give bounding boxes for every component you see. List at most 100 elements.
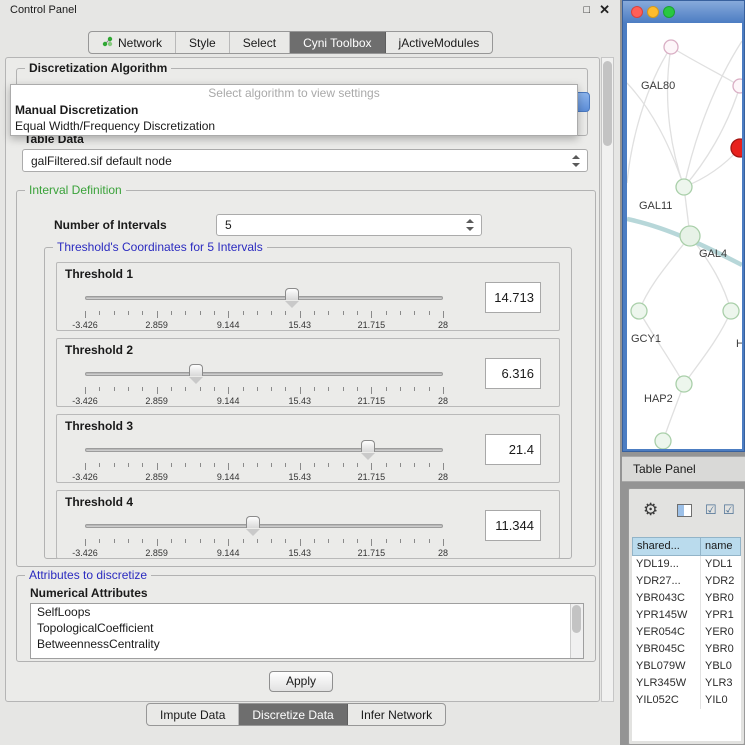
column-header-name[interactable]: name: [701, 537, 741, 556]
network-node[interactable]: [676, 179, 692, 195]
menu-item-manual-discretization[interactable]: Manual Discretization: [11, 102, 577, 118]
network-window-titlebar[interactable]: [623, 1, 744, 23]
tab-select[interactable]: Select: [230, 32, 290, 53]
threshold-3-panel: Threshold 3 -3.4262.8599.14415.4321.7152…: [56, 414, 560, 483]
node-label: GAL4: [699, 248, 727, 260]
table-row[interactable]: YDL19...YDL1: [632, 556, 741, 573]
columns-icon[interactable]: [677, 504, 692, 517]
slider-ticks: [85, 311, 443, 319]
table-row[interactable]: YLR345WYLR3: [632, 675, 741, 692]
network-edge: [684, 41, 742, 187]
tab-jactivemodules[interactable]: jActiveModules: [386, 32, 493, 53]
network-node[interactable]: [664, 40, 678, 54]
node-label: GAL11: [639, 200, 672, 212]
table-row[interactable]: YPR145WYPR1: [632, 607, 741, 624]
tab-impute-data[interactable]: Impute Data: [147, 704, 239, 725]
panel-title: Control Panel: [10, 4, 574, 16]
table-toolbar: ⚙ ☑ ☑: [629, 489, 744, 535]
algorithm-dropdown-popup: Select algorithm to view settings Manual…: [10, 84, 578, 136]
network-node[interactable]: [731, 139, 742, 157]
group-title-thresholds: Threshold's Coordinates for 5 Intervals: [53, 240, 267, 255]
slider-ticks: [85, 387, 443, 395]
select-none-checkbox-icon[interactable]: ☑: [723, 502, 735, 518]
scrollbar-thumb[interactable]: [603, 61, 612, 146]
scrollbar-thumb[interactable]: [572, 605, 581, 633]
network-icon: [102, 36, 113, 50]
network-node[interactable]: [631, 303, 647, 319]
slider-scale: -3.4262.8599.14415.4321.71528: [85, 320, 443, 331]
top-tab-strip: NetworkStyleSelectCyni ToolboxjActiveMod…: [88, 31, 493, 54]
select-all-checkbox-icon[interactable]: ☑: [705, 502, 717, 518]
menu-item-equal-width-frequency-discretization[interactable]: Equal Width/Frequency Discretization: [11, 118, 577, 134]
list-scrollbar[interactable]: [570, 604, 583, 658]
network-canvas[interactable]: GAL80GAL11GAL4GCY1HAP2H: [627, 23, 742, 449]
number-of-intervals-combobox[interactable]: 5: [216, 214, 482, 236]
tab-network[interactable]: Network: [89, 32, 176, 53]
panel-titlebar: Control Panel □ ✕: [0, 0, 620, 20]
slider-track[interactable]: [85, 524, 443, 528]
slider-thumb-icon[interactable]: [246, 516, 260, 528]
column-header-shared-name[interactable]: shared...: [632, 537, 701, 556]
close-traffic-light-icon[interactable]: [631, 6, 643, 18]
minimize-traffic-light-icon[interactable]: [647, 6, 659, 18]
slider-ticks: [85, 539, 443, 547]
table-browser-window: ⚙ ☑ ☑ shared... name YDL19...YDL1YDR27..…: [628, 488, 745, 745]
table-row[interactable]: YBR045CYBR0: [632, 641, 741, 658]
network-node[interactable]: [733, 79, 742, 93]
threshold-1-slider[interactable]: -3.4262.8599.14415.4321.71528: [85, 287, 443, 329]
node-label: HAP2: [644, 393, 673, 405]
table-row[interactable]: YDR27...YDR2: [632, 573, 741, 590]
table-row[interactable]: YBL079WYBL0: [632, 658, 741, 675]
network-node[interactable]: [680, 226, 700, 246]
slider-track[interactable]: [85, 448, 443, 452]
node-label: H: [736, 338, 742, 350]
node-label: GCY1: [631, 333, 661, 345]
threshold-3-slider[interactable]: -3.4262.8599.14415.4321.71528: [85, 439, 443, 481]
numerical-attributes-label: Numerical Attributes: [30, 586, 148, 600]
close-icon[interactable]: ✕: [599, 2, 610, 18]
table-row[interactable]: YER054CYER0: [632, 624, 741, 641]
threshold-4-value-field[interactable]: 11.344: [485, 510, 541, 541]
threshold-2-value-field[interactable]: 6.316: [485, 358, 541, 389]
gear-icon[interactable]: ⚙: [643, 500, 658, 520]
zoom-traffic-light-icon[interactable]: [663, 6, 675, 18]
table-panel-title: Table Panel: [633, 462, 696, 476]
network-node[interactable]: [676, 376, 692, 392]
threshold-1-panel: Threshold 1 -3.4262.8599.14415.4321.7152…: [56, 262, 560, 331]
slider-ticks: [85, 463, 443, 471]
threshold-4-slider[interactable]: -3.4262.8599.14415.4321.71528: [85, 515, 443, 557]
tab-style[interactable]: Style: [176, 32, 230, 53]
slider-track[interactable]: [85, 372, 443, 376]
threshold-3-value-field[interactable]: 21.4: [485, 434, 541, 465]
group-title-interval-definition: Interval Definition: [25, 183, 126, 198]
network-node[interactable]: [655, 433, 671, 449]
table-row[interactable]: YBR043CYBR0: [632, 590, 741, 607]
table-data-combobox[interactable]: galFiltered.sif default node: [22, 149, 588, 172]
network-window: GAL80GAL11GAL4GCY1HAP2H: [622, 0, 745, 452]
number-of-intervals-label: Number of Intervals: [54, 218, 167, 232]
threshold-1-value-field[interactable]: 14.713: [485, 282, 541, 313]
network-edge: [671, 47, 740, 86]
threshold-2-slider[interactable]: -3.4262.8599.14415.4321.71528: [85, 363, 443, 405]
network-edge: [627, 47, 671, 183]
network-node[interactable]: [723, 303, 739, 319]
list-item[interactable]: BetweennessCentrality: [31, 636, 583, 652]
network-edge: [639, 311, 684, 384]
group-title-attributes: Attributes to discretize: [25, 568, 151, 583]
panel-scrollbar[interactable]: [601, 57, 614, 702]
list-item[interactable]: TopologicalCoefficient: [31, 620, 583, 636]
tab-infer-network[interactable]: Infer Network: [348, 704, 445, 725]
table-row[interactable]: YIL052CYIL0: [632, 692, 741, 709]
slider-thumb-icon[interactable]: [189, 364, 203, 376]
slider-thumb-icon[interactable]: [285, 288, 299, 300]
slider-thumb-icon[interactable]: [361, 440, 375, 452]
tab-discretize-data[interactable]: Discretize Data: [239, 704, 347, 725]
apply-button[interactable]: Apply: [269, 671, 333, 692]
slider-track[interactable]: [85, 296, 443, 300]
list-item[interactable]: SelfLoops: [31, 604, 583, 620]
threshold-label: Threshold 3: [65, 419, 133, 433]
slider-scale: -3.4262.8599.14415.4321.71528: [85, 396, 443, 407]
tab-cyni-toolbox[interactable]: Cyni Toolbox: [290, 32, 385, 53]
float-window-icon[interactable]: □: [583, 4, 590, 16]
threshold-2-panel: Threshold 2 -3.4262.8599.14415.4321.7152…: [56, 338, 560, 407]
